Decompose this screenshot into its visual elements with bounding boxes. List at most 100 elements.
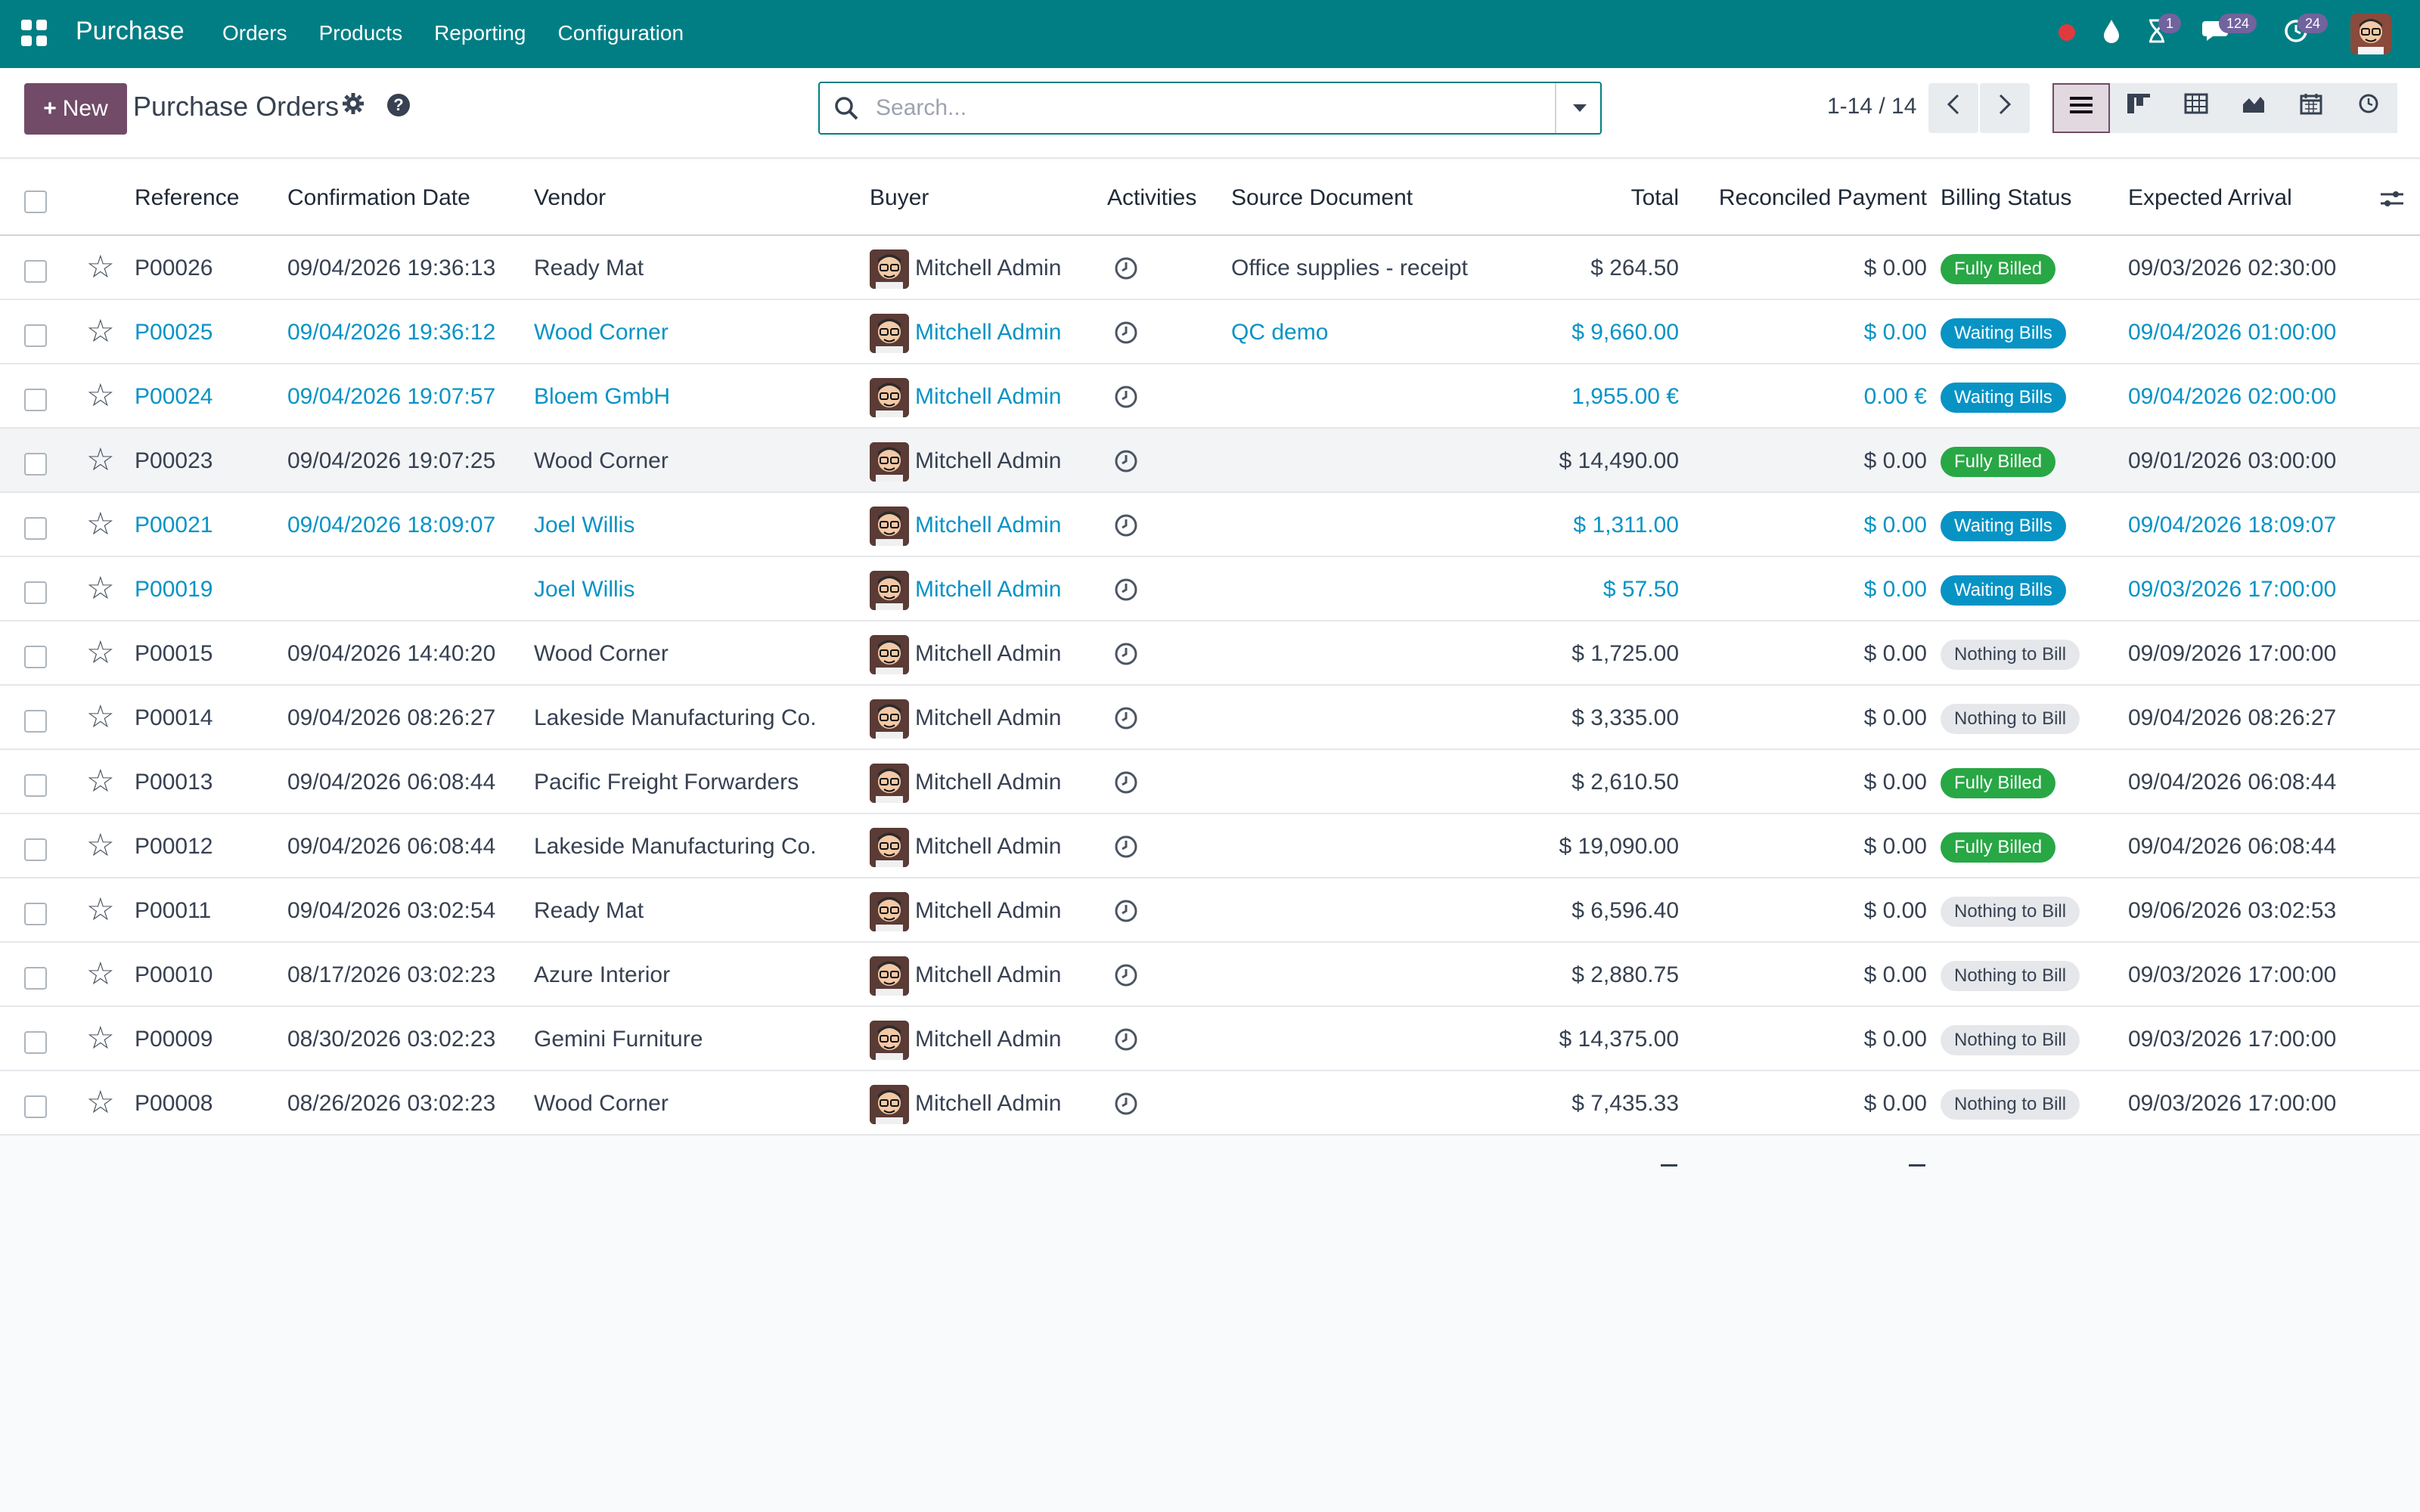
menu-configuration[interactable]: Configuration	[557, 21, 684, 45]
row-checkbox[interactable]	[24, 838, 47, 861]
cell-reconciled-payment: $ 0.00	[1863, 898, 1927, 923]
menu-reporting[interactable]: Reporting	[434, 21, 526, 45]
recording-dot-icon[interactable]	[2059, 24, 2075, 41]
column-total[interactable]: Total	[1482, 160, 1679, 236]
table-row[interactable]: ☆ P00009 08/30/2026 03:02:23 Gemini Furn…	[0, 1007, 2420, 1071]
table-row[interactable]: ☆ P00008 08/26/2026 03:02:23 Wood Corner…	[0, 1071, 2420, 1136]
activity-clock-icon[interactable]	[1113, 1027, 1139, 1052]
optional-columns-icon[interactable]	[2379, 186, 2405, 212]
column-reference[interactable]: Reference	[135, 160, 239, 236]
kanban-view-button[interactable]	[2110, 83, 2167, 133]
buyer-avatar	[870, 249, 909, 289]
table-row[interactable]: ☆ P00021 09/04/2026 18:09:07 Joel Willis…	[0, 493, 2420, 557]
gear-icon[interactable]	[342, 92, 365, 121]
cell-vendor: Joel Willis	[534, 577, 635, 602]
row-checkbox[interactable]	[24, 774, 47, 797]
activity-view-button[interactable]	[2340, 83, 2397, 133]
pager-value[interactable]: 1-14 / 14	[1827, 94, 1916, 119]
user-avatar[interactable]	[2350, 14, 2391, 54]
priority-star-icon[interactable]: ☆	[86, 249, 115, 284]
row-checkbox[interactable]	[24, 967, 47, 990]
new-button[interactable]: + New	[24, 83, 127, 135]
cell-total: $ 264.50	[1590, 256, 1679, 280]
activity-clock-icon[interactable]	[1113, 705, 1139, 731]
table-row[interactable]: ☆ P00010 08/17/2026 03:02:23 Azure Inter…	[0, 943, 2420, 1007]
column-confirmation-date[interactable]: Confirmation Date	[287, 160, 470, 236]
menu-products[interactable]: Products	[319, 21, 403, 45]
activity-clock-icon[interactable]	[1113, 898, 1139, 924]
row-checkbox[interactable]	[24, 260, 47, 283]
activity-clock-icon[interactable]	[1113, 834, 1139, 860]
priority-star-icon[interactable]: ☆	[86, 699, 115, 734]
activity-clock-icon[interactable]	[1113, 384, 1139, 410]
priority-star-icon[interactable]: ☆	[86, 314, 115, 349]
activity-clock-icon[interactable]	[1113, 641, 1139, 667]
row-checkbox[interactable]	[24, 389, 47, 411]
priority-star-icon[interactable]: ☆	[86, 1085, 115, 1120]
activity-clock-icon[interactable]	[1113, 513, 1139, 538]
column-expected-arrival[interactable]: Expected Arrival	[2128, 160, 2292, 236]
table-row[interactable]: ☆ P00015 09/04/2026 14:40:20 Wood Corner…	[0, 621, 2420, 686]
row-checkbox[interactable]	[24, 646, 47, 668]
row-checkbox[interactable]	[24, 453, 47, 476]
priority-star-icon[interactable]: ☆	[86, 442, 115, 477]
table-row[interactable]: ☆ P00014 09/04/2026 08:26:27 Lakeside Ma…	[0, 686, 2420, 750]
row-checkbox[interactable]	[24, 710, 47, 733]
search-bar[interactable]	[818, 82, 1602, 135]
activity-clock-icon[interactable]	[1113, 962, 1139, 988]
calendar-view-button[interactable]	[2282, 83, 2340, 133]
help-icon[interactable]: ?	[387, 94, 410, 116]
apps-menu-icon[interactable]	[21, 20, 48, 47]
priority-star-icon[interactable]: ☆	[86, 1021, 115, 1055]
table-row[interactable]: ☆ P00025 09/04/2026 19:36:12 Wood Corner…	[0, 300, 2420, 364]
table-row[interactable]: ☆ P00012 09/04/2026 06:08:44 Lakeside Ma…	[0, 814, 2420, 878]
graph-view-button[interactable]	[2225, 83, 2282, 133]
table-row[interactable]: ☆ P00019 Joel Willis Mitchell Admin $ 57…	[0, 557, 2420, 621]
priority-star-icon[interactable]: ☆	[86, 956, 115, 991]
row-checkbox[interactable]	[24, 1095, 47, 1118]
row-checkbox[interactable]	[24, 903, 47, 925]
column-reconciled-payment[interactable]: Reconciled Payment	[1686, 160, 1927, 236]
table-row[interactable]: ☆ P00026 09/04/2026 19:36:13 Ready Mat M…	[0, 236, 2420, 300]
row-checkbox[interactable]	[24, 1031, 47, 1054]
search-input[interactable]	[876, 92, 1526, 124]
pager-next-button[interactable]	[1980, 83, 2030, 133]
column-source-document[interactable]: Source Document	[1231, 160, 1413, 236]
pivot-view-button[interactable]	[2167, 83, 2225, 133]
priority-star-icon[interactable]: ☆	[86, 378, 115, 413]
table-row[interactable]: ☆ P00023 09/04/2026 19:07:25 Wood Corner…	[0, 429, 2420, 493]
chat-icon[interactable]: 124	[2201, 14, 2257, 48]
priority-star-icon[interactable]: ☆	[86, 507, 115, 541]
activity-clock-icon[interactable]	[1113, 770, 1139, 795]
hourglass-icon[interactable]: 1	[2140, 14, 2182, 48]
pager-previous-button[interactable]	[1928, 83, 1978, 133]
drop-icon[interactable]	[2095, 18, 2128, 48]
column-activities[interactable]: Activities	[1107, 160, 1196, 236]
priority-star-icon[interactable]: ☆	[86, 635, 115, 670]
list-view-button[interactable]	[2052, 83, 2110, 133]
table-row[interactable]: ☆ P00013 09/04/2026 06:08:44 Pacific Fre…	[0, 750, 2420, 814]
column-vendor[interactable]: Vendor	[534, 160, 606, 236]
select-all-checkbox[interactable]	[24, 191, 47, 213]
priority-star-icon[interactable]: ☆	[86, 764, 115, 798]
row-checkbox[interactable]	[24, 581, 47, 604]
activity-clock-icon[interactable]	[1113, 1091, 1139, 1117]
priority-star-icon[interactable]: ☆	[86, 571, 115, 606]
column-buyer[interactable]: Buyer	[870, 160, 929, 236]
table-row[interactable]: ☆ P00024 09/04/2026 19:07:57 Bloem GmbH …	[0, 364, 2420, 429]
row-checkbox[interactable]	[24, 517, 47, 540]
activity-clock-icon[interactable]	[1113, 448, 1139, 474]
row-checkbox[interactable]	[24, 324, 47, 347]
app-name[interactable]: Purchase	[76, 17, 185, 46]
column-billing-status[interactable]: Billing Status	[1941, 160, 2071, 236]
activity-clock-icon[interactable]	[1113, 577, 1139, 603]
activity-clock-icon[interactable]: 24	[2279, 14, 2328, 48]
priority-star-icon[interactable]: ☆	[86, 828, 115, 863]
cell-vendor: Pacific Freight Forwarders	[534, 770, 799, 795]
menu-orders[interactable]: Orders	[222, 21, 287, 45]
priority-star-icon[interactable]: ☆	[86, 892, 115, 927]
activity-clock-icon[interactable]	[1113, 320, 1139, 345]
search-options-toggle[interactable]	[1555, 83, 1600, 133]
activity-clock-icon[interactable]	[1113, 256, 1139, 281]
table-row[interactable]: ☆ P00011 09/04/2026 03:02:54 Ready Mat M…	[0, 878, 2420, 943]
